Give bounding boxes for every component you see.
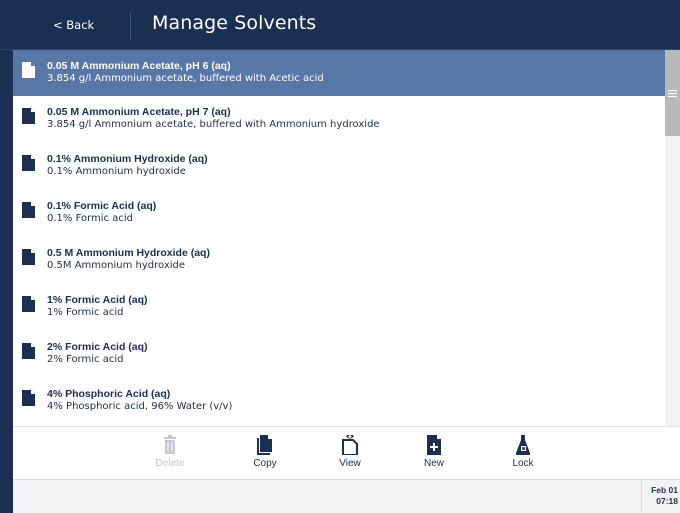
- solvent-list: 0.05 M Ammonium Acetate, pH 6 (aq) 3.854…: [13, 50, 665, 426]
- solvent-item-text: 2% Formic Acid (aq) 2% Formic acid: [47, 341, 148, 366]
- solvent-item-text: 1% Formic Acid (aq) 1% Formic acid: [47, 294, 148, 319]
- solvent-item-text: 0.05 M Ammonium Acetate, pH 7 (aq) 3.854…: [47, 106, 380, 131]
- delete-button[interactable]: Delete: [140, 435, 200, 469]
- copy-label: Copy: [253, 458, 277, 469]
- document-icon: [22, 249, 35, 265]
- status-date: Feb 01: [651, 485, 678, 495]
- scrollbar-thumb[interactable]: [665, 50, 680, 136]
- solvent-item[interactable]: 0.1% Ammonium Hydroxide (aq) 0.1% Ammoni…: [13, 143, 665, 189]
- copy-button[interactable]: Copy: [235, 435, 295, 469]
- solvent-list-panel: 0.05 M Ammonium Acetate, pH 6 (aq) 3.854…: [13, 50, 680, 426]
- solvent-item-text: 0.05 M Ammonium Acetate, pH 6 (aq) 3.854…: [47, 60, 324, 85]
- solvent-item[interactable]: 4% Phosphoric Acid (aq) 4% Phosphoric ac…: [13, 378, 665, 424]
- solvent-item[interactable]: 1% Formic Acid (aq) 1% Formic acid: [13, 284, 665, 330]
- solvent-item[interactable]: 0.05 M Ammonium Acetate, pH 6 (aq) 3.854…: [13, 50, 665, 96]
- document-icon: [22, 202, 35, 218]
- action-toolbar: Delete Copy View New Lock: [13, 426, 680, 479]
- solvent-item-text: 0.5 M Ammonium Hydroxide (aq) 0.5M Ammon…: [47, 247, 210, 272]
- view-button[interactable]: View: [320, 435, 380, 469]
- document-icon: [22, 108, 35, 124]
- manage-solvents-screen: < Back Manage Solvents 0.05 M Ammonium A…: [0, 0, 680, 513]
- view-document-icon: [342, 435, 358, 455]
- status-time: 07:18: [656, 496, 678, 506]
- status-divider: [641, 480, 642, 513]
- solvent-description: 2% Formic acid: [47, 354, 124, 365]
- solvent-description: 3.854 g/l Ammonium acetate, buffered wit…: [47, 73, 324, 84]
- solvent-item[interactable]: 2% Formic Acid (aq) 2% Formic acid: [13, 331, 665, 377]
- solvent-description: 1% Formic acid: [47, 307, 124, 318]
- solvent-name: 2% Formic Acid (aq): [47, 341, 148, 353]
- solvent-name: 0.1% Ammonium Hydroxide (aq): [47, 153, 208, 165]
- date-time-display: Feb 01 07:18: [644, 485, 678, 507]
- list-scrollbar[interactable]: [665, 50, 680, 426]
- solvent-name: 0.05 M Ammonium Acetate, pH 6 (aq): [47, 60, 231, 72]
- new-document-icon: [427, 435, 441, 455]
- new-label: New: [423, 458, 444, 469]
- solvent-description: 4% Phosphoric acid, 96% Water (v/v): [47, 401, 233, 412]
- header-bar: < Back Manage Solvents: [0, 0, 680, 50]
- lock-button[interactable]: Lock: [493, 435, 553, 469]
- solvent-name: 4% Phosphoric Acid (aq): [47, 388, 171, 400]
- document-icon: [22, 343, 35, 359]
- solvent-description: 0.5M Ammonium hydroxide: [47, 260, 186, 271]
- lock-label: Lock: [512, 458, 534, 469]
- document-icon: [22, 62, 35, 78]
- trash-icon: [164, 435, 176, 454]
- solvent-description: 0.1% Formic acid: [47, 213, 133, 224]
- status-bar: Feb 01 07:18: [13, 479, 680, 513]
- grip-icon: [668, 90, 677, 97]
- new-button[interactable]: New: [404, 435, 464, 469]
- solvent-item[interactable]: 0.5 M Ammonium Hydroxide (aq) 0.5M Ammon…: [13, 237, 665, 283]
- page-title: Manage Solvents: [152, 12, 317, 34]
- header-divider: [130, 12, 131, 40]
- solvent-name: 0.1% Formic Acid (aq): [47, 200, 157, 212]
- solvent-item-text: 4% Phosphoric Acid (aq) 4% Phosphoric ac…: [47, 388, 232, 413]
- solvent-description: 0.1% Ammonium hydroxide: [47, 166, 186, 177]
- solvent-name: 0.05 M Ammonium Acetate, pH 7 (aq): [47, 106, 231, 118]
- solvent-item-text: 0.1% Ammonium Hydroxide (aq) 0.1% Ammoni…: [47, 153, 208, 178]
- document-icon: [22, 155, 35, 171]
- copy-icon: [257, 435, 272, 455]
- solvent-item[interactable]: 0.05 M Ammonium Acetate, pH 7 (aq) 3.854…: [13, 96, 665, 142]
- solvent-description: 3.854 g/l Ammonium acetate, buffered wit…: [47, 119, 380, 130]
- document-icon: [22, 296, 35, 312]
- solvent-item-text: 0.1% Formic Acid (aq) 0.1% Formic acid: [47, 200, 156, 225]
- lock-flask-icon: [516, 435, 530, 455]
- solvent-name: 0.5 M Ammonium Hydroxide (aq): [47, 247, 210, 259]
- delete-label: Delete: [155, 458, 185, 469]
- solvent-item[interactable]: 0.1% Formic Acid (aq) 0.1% Formic acid: [13, 190, 665, 236]
- document-icon: [22, 390, 35, 406]
- solvent-name: 1% Formic Acid (aq): [47, 294, 148, 306]
- back-button[interactable]: < Back: [0, 0, 130, 50]
- view-label: View: [339, 458, 361, 469]
